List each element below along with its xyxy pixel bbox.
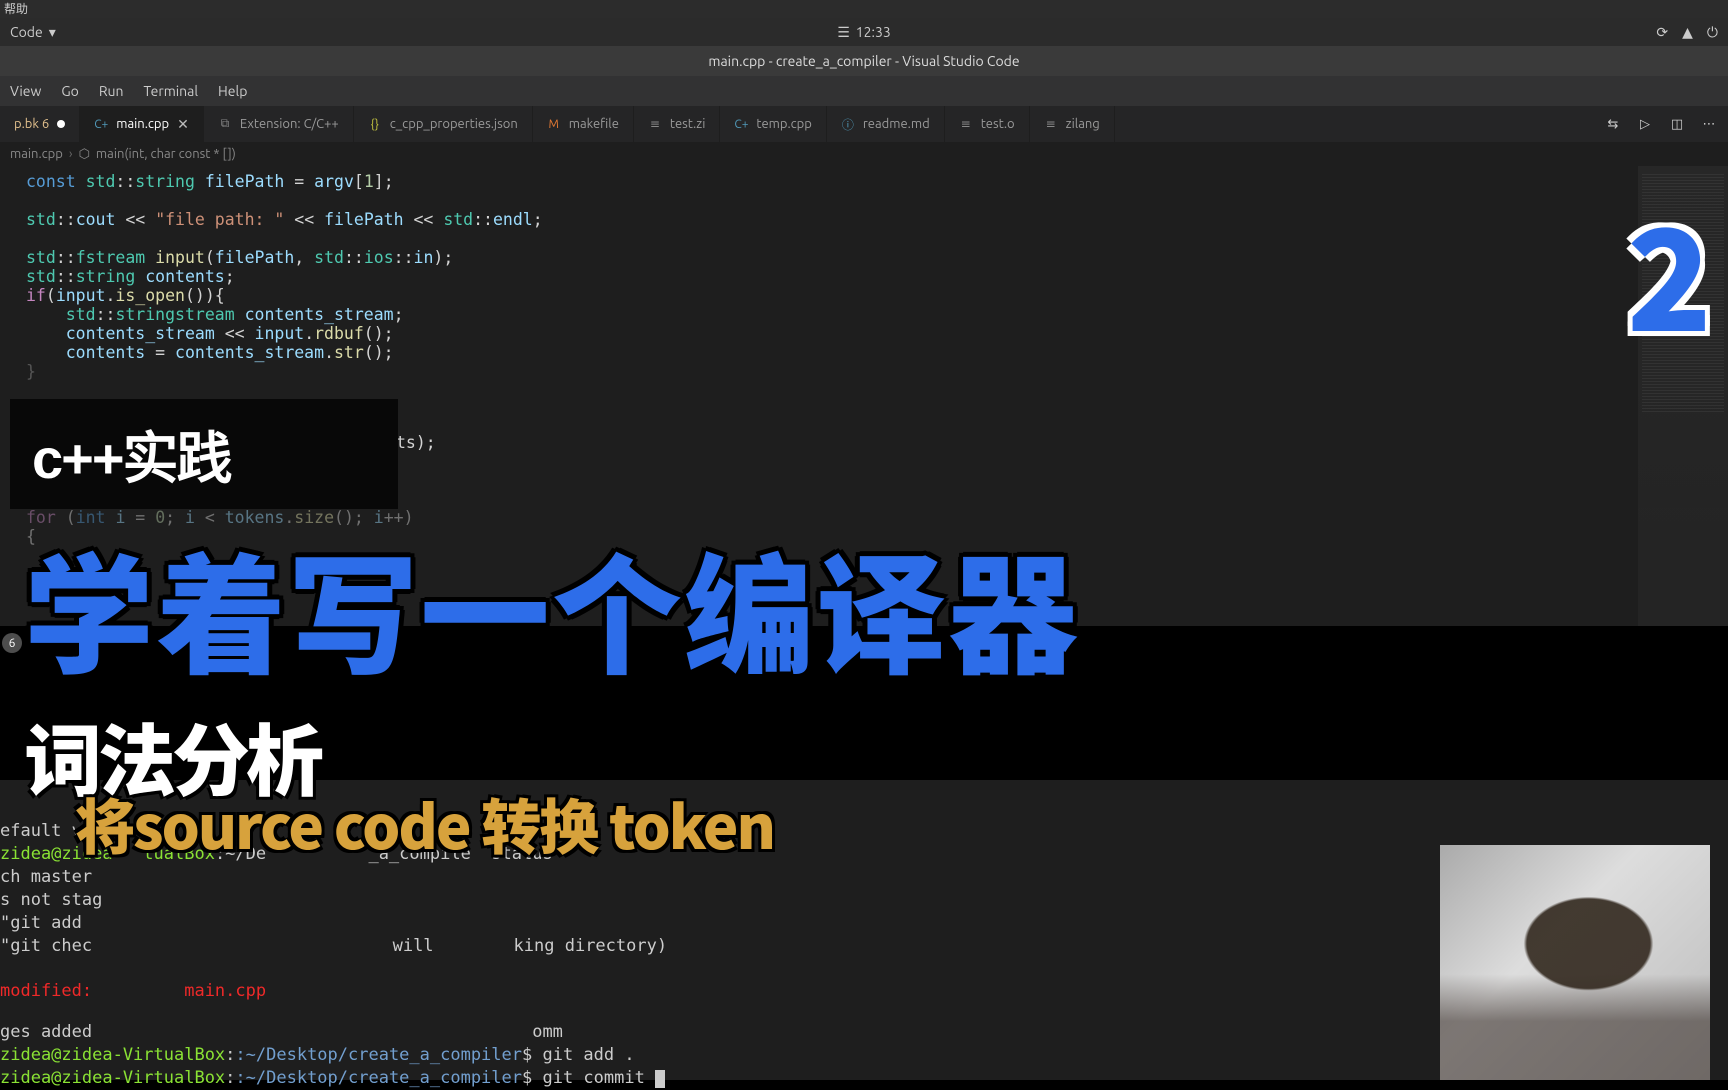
sync-icon[interactable]: ⟳ [1656,24,1668,41]
tab-zilang[interactable]: ≡ zilang [1030,106,1115,142]
problems-count: 6 [9,637,16,650]
network-icon[interactable]: ▲ [1682,24,1693,41]
json-file-icon: {} [368,117,382,131]
tab-p-bk[interactable]: p.bk 6 [0,106,80,142]
tab-label: c_cpp_properties.json [390,117,518,131]
overlay-caption-text: c++实践 [32,414,231,495]
overlay-title: 学着写一个编译器 [24,542,1080,672]
tab-label: temp.cpp [756,117,811,131]
menu-view[interactable]: View [0,83,51,99]
tab-label: test.o [981,117,1015,131]
info-icon: ⓘ [841,117,855,131]
editor-tab-bar: p.bk 6 C+ main.cpp ✕ ⧉ Extension: C/C++ … [0,106,1728,142]
menu-bar: View Go Run Terminal Help [0,76,1728,106]
cpp-file-icon: C+ [94,117,108,131]
overlay-subtitle-2: 将source code 转换 token [75,780,774,867]
breadcrumb-file[interactable]: main.cpp [10,147,63,161]
tab-label: makefile [569,117,619,131]
tab-label: p.bk 6 [14,117,49,131]
file-icon: ≡ [648,117,662,131]
compare-changes-icon[interactable]: ⇆ [1602,113,1624,135]
close-icon[interactable]: ✕ [177,116,189,133]
calendar-icon: ☰ [837,24,850,41]
window-title-bar: main.cpp - create_a_compiler - Visual St… [0,46,1728,76]
tab-test-o[interactable]: ≡ test.o [945,106,1030,142]
dropdown-icon: ▾ [49,24,56,41]
webcam-overlay [1440,845,1710,1080]
tab-label: readme.md [863,117,930,131]
tab-makefile[interactable]: M makefile [533,106,634,142]
breadcrumb-symbol[interactable]: main(int, char const * []) [96,147,236,161]
menu-terminal[interactable]: Terminal [134,83,209,99]
split-editor-icon[interactable]: ◫ [1666,113,1688,135]
problems-badge[interactable]: 6 [2,633,22,653]
overlay-caption-box: c++实践 [10,399,398,509]
tab-temp-cpp[interactable]: C+ temp.cpp [720,106,826,142]
terminal-cursor [655,1070,665,1088]
run-icon[interactable]: ▷ [1634,113,1656,135]
gnome-top-bar: Code ▾ ☰ 12:33 ⟳ ▲ ⏻ [0,18,1728,46]
tab-label: Extension: C/C++ [240,117,339,131]
symbol-method-icon: ⬡ [79,147,90,162]
tab-extension-ccpp[interactable]: ⧉ Extension: C/C++ [204,106,354,142]
parent-window-title-bar: 帮助 [0,0,1728,18]
file-icon: ≡ [959,117,973,131]
tab-c-cpp-properties[interactable]: {} c_cpp_properties.json [354,106,533,142]
parent-window-menu-text: 帮助 [4,3,28,16]
modified-dot-icon [57,120,65,128]
clock-text[interactable]: 12:33 [856,24,891,40]
menu-help[interactable]: Help [208,83,257,99]
app-indicator[interactable]: Code [10,24,43,40]
overlay-episode-number: 2 [1627,170,1712,372]
tab-label: test.zi [670,117,706,131]
tab-readme[interactable]: ⓘ readme.md [827,106,945,142]
tab-test-zi[interactable]: ≡ test.zi [634,106,721,142]
menu-run[interactable]: Run [89,83,134,99]
file-icon: ≡ [1044,117,1058,131]
cpp-file-icon: C+ [734,117,748,131]
tab-label: main.cpp [116,117,169,131]
extension-icon: ⧉ [218,117,232,131]
window-title: main.cpp - create_a_compiler - Visual St… [708,53,1019,69]
breadcrumb[interactable]: main.cpp › ⬡ main(int, char const * []) [0,142,1728,166]
makefile-icon: M [547,117,561,131]
power-icon[interactable]: ⏻ [1707,24,1718,41]
chevron-right-icon: › [69,147,73,161]
tab-main-cpp[interactable]: C+ main.cpp ✕ [80,106,204,142]
tab-label: zilang [1066,117,1100,131]
more-actions-icon[interactable]: ⋯ [1698,113,1720,135]
menu-go[interactable]: Go [51,83,88,99]
